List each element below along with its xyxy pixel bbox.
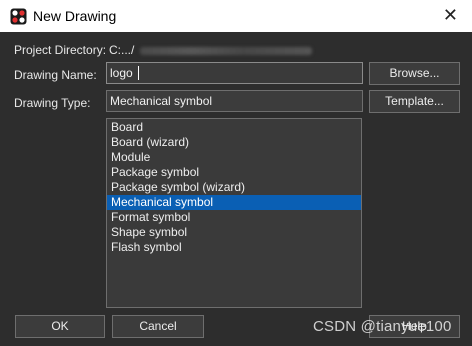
project-directory-value: C:.../	[109, 43, 313, 57]
text-caret	[138, 66, 139, 80]
watermark: CSDN @tianyue100	[313, 318, 452, 335]
project-directory-label: Project Directory:	[14, 43, 107, 57]
list-item[interactable]: Shape symbol	[107, 225, 361, 240]
drawing-type-selected: Mechanical symbol	[110, 94, 213, 108]
drawing-name-field[interactable]: logo	[106, 62, 363, 84]
window-title: New Drawing	[33, 8, 117, 24]
list-item[interactable]: Module	[107, 150, 361, 165]
list-item[interactable]: Format symbol	[107, 210, 361, 225]
drawing-name-label: Drawing Name:	[14, 68, 97, 82]
list-item[interactable]: Board	[107, 120, 361, 135]
list-item[interactable]: Flash symbol	[107, 240, 361, 255]
redacted-path	[140, 46, 313, 55]
list-item-selected[interactable]: Mechanical symbol	[107, 195, 361, 210]
drawing-type-list[interactable]: Board Board (wizard) Module Package symb…	[106, 118, 362, 308]
drawing-type-label: Drawing Type:	[14, 96, 91, 110]
ok-button[interactable]: OK	[15, 315, 105, 338]
drawing-name-text: logo	[110, 66, 133, 80]
app-icon	[10, 8, 27, 25]
title-bar: New Drawing ✕	[0, 0, 472, 32]
template-button[interactable]: Template...	[369, 90, 460, 113]
close-icon[interactable]: ✕	[443, 5, 458, 25]
list-item[interactable]: Package symbol	[107, 165, 361, 180]
list-item[interactable]: Package symbol (wizard)	[107, 180, 361, 195]
drawing-type-field[interactable]: Mechanical symbol	[106, 90, 363, 112]
browse-button[interactable]: Browse...	[369, 62, 460, 85]
cancel-button[interactable]: Cancel	[112, 315, 204, 338]
list-item[interactable]: Board (wizard)	[107, 135, 361, 150]
